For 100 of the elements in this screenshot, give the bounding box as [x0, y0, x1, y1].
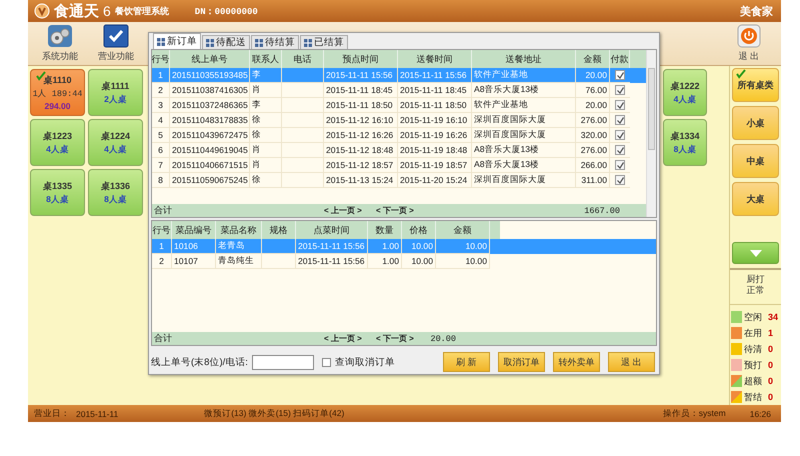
legend-label: 在用 [744, 326, 762, 340]
table-cell: 5 [152, 128, 170, 143]
paid-checkbox[interactable] [615, 85, 625, 95]
tab[interactable]: 待配送 [202, 35, 250, 49]
tab[interactable]: 已结算 [300, 35, 348, 49]
order-counts: 微预订(13) 微外卖(15) 扫码订单(42) [204, 408, 344, 420]
table-cell: 深圳百度国际大厦 [472, 113, 576, 128]
table-row[interactable]: 4 2015110483178835 徐 2015-11-12 16:10 2015-11-19 16:10 深圳百度国际大厦 276.00 [152, 113, 656, 128]
table-cell: 深圳百度国际大厦 [472, 173, 576, 188]
table-tile[interactable]: 桌1335 8人桌 [30, 169, 85, 216]
table-row[interactable]: 8 2015110590675245 徐 2015-11-13 15:24 2015-11-20 15:24 深圳百度国际大厦 311.00 [152, 173, 656, 188]
table-tile[interactable]: 桌1223 4人桌 [30, 119, 85, 166]
table-cell: 6 [152, 143, 170, 158]
action-button[interactable]: 取消订单 [498, 352, 545, 372]
legend-count: 0 [768, 392, 774, 402]
table-tile[interactable]: 桌1111 2人桌 [88, 69, 143, 116]
table-cell: 1 [152, 68, 170, 83]
table-cell: 10.00 [402, 254, 436, 269]
table-detail: 4人桌 [46, 144, 69, 156]
prev-page-link[interactable]: < 上一页 > [324, 205, 376, 216]
total-amount: 1667.00 [584, 206, 620, 216]
table-tile[interactable]: 桌1224 4人桌 [88, 119, 143, 166]
table-cell: 2 [152, 83, 170, 98]
checkbox[interactable] [322, 358, 331, 366]
checkbox-icon [103, 24, 129, 48]
table-cell: 李 [250, 98, 282, 113]
paid-checkbox[interactable] [615, 175, 625, 185]
search-field[interactable] [252, 354, 314, 370]
table-cell: 10106 [172, 239, 216, 254]
table-cell: 10.00 [436, 239, 490, 254]
table-name: 桌1336 [100, 180, 130, 192]
caret-down-icon [750, 250, 762, 256]
toolbar-button[interactable]: 系统功能 [32, 22, 88, 65]
table-cell: 2015110590675245 [170, 173, 250, 188]
power-icon [737, 24, 761, 48]
action-button[interactable]: 退 出 [608, 352, 655, 372]
table-detail: 2人桌 [104, 94, 127, 106]
app-version: 6 [103, 3, 111, 19]
table-name: 桌1223 [42, 130, 72, 142]
table-cell: 4 [152, 113, 170, 128]
table-cell: 青岛纯生 [216, 254, 262, 269]
toolbar-button[interactable]: 营业功能 [88, 22, 144, 65]
paid-checkbox[interactable] [615, 145, 625, 155]
category-button[interactable]: 所有桌类 [732, 68, 779, 102]
table-detail: 4人桌 [104, 144, 127, 156]
action-button[interactable]: 转外卖单 [553, 352, 600, 372]
table-cell: 10107 [172, 254, 216, 269]
scroll-down-button[interactable] [732, 242, 779, 264]
table-cell: 李 [250, 68, 282, 83]
table-tile[interactable]: 桌1110 1人 189:44 294.00 [30, 69, 85, 116]
exit-button[interactable]: 退 出 [721, 22, 777, 65]
table-row[interactable]: 2 2015110387416305 肖 2015-11-11 18:45 2015-11-11 18:45 A8音乐大厦13楼 76.00 [152, 83, 656, 98]
table-name: 桌1111 [102, 80, 130, 92]
paid-checkbox[interactable] [615, 115, 625, 125]
paid-checkbox[interactable] [615, 100, 625, 110]
table-cell: 2015-11-12 18:48 [324, 143, 398, 158]
table-cell: 266.00 [576, 158, 610, 173]
table-row[interactable]: 6 2015110449619045 肖 2015-11-12 18:48 2015-11-19 18:48 A8音乐大厦13楼 276.00 [152, 143, 656, 158]
action-button[interactable]: 刷 新 [443, 352, 490, 372]
table-tile[interactable]: 桌1334 8人桌 [663, 119, 707, 166]
legend-label: 预打 [744, 358, 762, 372]
table-cell: 2015110355193485 [170, 68, 250, 83]
paid-checkbox[interactable] [615, 160, 625, 170]
table-cell: 7 [152, 158, 170, 173]
table-name: 桌1222 [670, 80, 700, 92]
table-row[interactable]: 5 2015110439672475 徐 2015-11-12 16:26 2015-11-19 16:26 深圳百度国际大厦 320.00 [152, 128, 656, 143]
check-icon [616, 162, 624, 168]
table-cell: 76.00 [576, 83, 610, 98]
tab[interactable]: 待结算 [251, 35, 299, 49]
paid-checkbox[interactable] [615, 70, 625, 80]
table-cell: 2015-11-11 15:56 [324, 68, 398, 83]
scrollbar[interactable] [646, 50, 656, 217]
table-cell: 老青岛 [216, 239, 262, 254]
category-button[interactable]: 中桌 [732, 144, 779, 178]
table-cell: 2015110372486365 [170, 98, 250, 113]
paid-checkbox[interactable] [615, 130, 625, 140]
next-page-link[interactable]: < 下一页 > [376, 205, 428, 216]
table-tile[interactable]: 桌1336 8人桌 [88, 169, 143, 216]
table-cell: 2015110439672475 [170, 128, 250, 143]
table-cell: 2015-11-11 15:56 [296, 254, 368, 269]
table-row[interactable]: 7 2015110406671515 肖 2015-11-12 18:57 2015-11-19 18:57 A8音乐大厦13楼 266.00 [152, 158, 656, 173]
prev-page-link[interactable]: < 上一页 > [324, 333, 376, 344]
search-label: 线上单号(末8位)/电话: [151, 356, 248, 368]
table-cell: 320.00 [576, 128, 610, 143]
table-row[interactable]: 3 2015110372486365 李 2015-11-11 18:50 2015-11-11 18:50 软件产业基地 20.00 [152, 98, 656, 113]
gears-icon [47, 24, 73, 48]
next-page-link[interactable]: < 下一页 > [376, 333, 428, 344]
business-day-label: 营业日： [34, 408, 70, 420]
table-detail: 8人桌 [46, 194, 69, 206]
table-name: 桌1224 [100, 130, 130, 142]
table-cell: 徐 [250, 113, 282, 128]
table-cell: 2015-11-12 16:26 [324, 128, 398, 143]
table-tile[interactable]: 桌1222 4人桌 [663, 69, 707, 116]
tab[interactable]: 新订单 [153, 33, 201, 49]
table-row[interactable]: 2 10107 青岛纯生 2015-11-11 15:56 1.00 10.00 10.00 [152, 254, 656, 269]
table-cell: 2015-11-19 16:10 [398, 113, 472, 128]
category-button[interactable]: 大桌 [732, 182, 779, 216]
table-cell: 2015-11-11 18:45 [324, 83, 398, 98]
table-cell: 2015-11-19 16:26 [398, 128, 472, 143]
category-button[interactable]: 小桌 [732, 106, 779, 140]
